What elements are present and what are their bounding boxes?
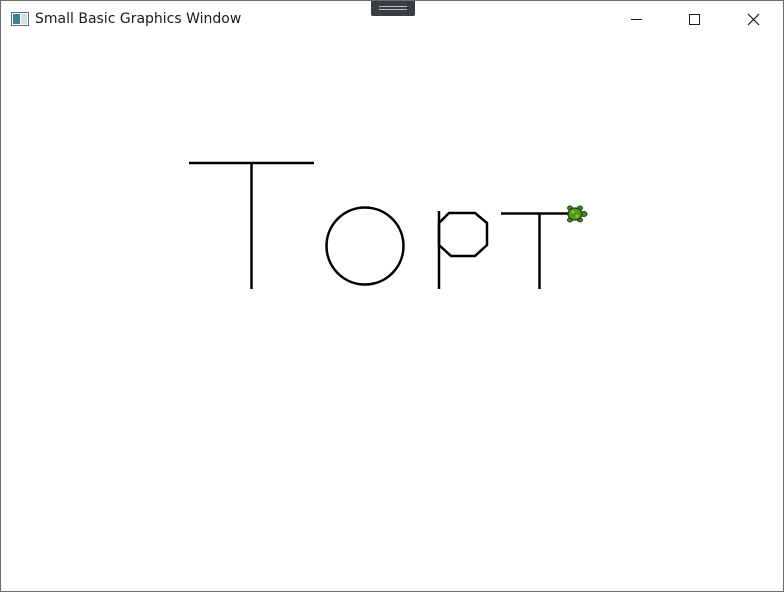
title-bar[interactable]: Small Basic Graphics Window bbox=[1, 1, 783, 39]
grip-line bbox=[379, 9, 407, 10]
letter-p-stroke bbox=[437, 211, 489, 289]
letter-o-stroke bbox=[325, 206, 405, 286]
minimize-icon bbox=[631, 19, 642, 20]
grip-line bbox=[379, 6, 407, 7]
window-title: Small Basic Graphics Window bbox=[35, 11, 242, 27]
drawing-canvas[interactable] bbox=[1, 39, 783, 591]
snap-drag-handle[interactable] bbox=[371, 1, 415, 16]
close-icon bbox=[747, 13, 760, 26]
turtle-icon bbox=[567, 205, 588, 223]
minimize-button[interactable] bbox=[607, 1, 665, 39]
letter-t-large-stroke bbox=[189, 161, 314, 289]
maximize-button[interactable] bbox=[665, 1, 723, 39]
close-button[interactable] bbox=[723, 1, 781, 39]
letter-t-small-stroke bbox=[501, 212, 569, 289]
small-basic-icon bbox=[11, 12, 29, 26]
maximize-icon bbox=[689, 14, 700, 25]
graphics-window: Small Basic Graphics Window bbox=[0, 0, 784, 592]
